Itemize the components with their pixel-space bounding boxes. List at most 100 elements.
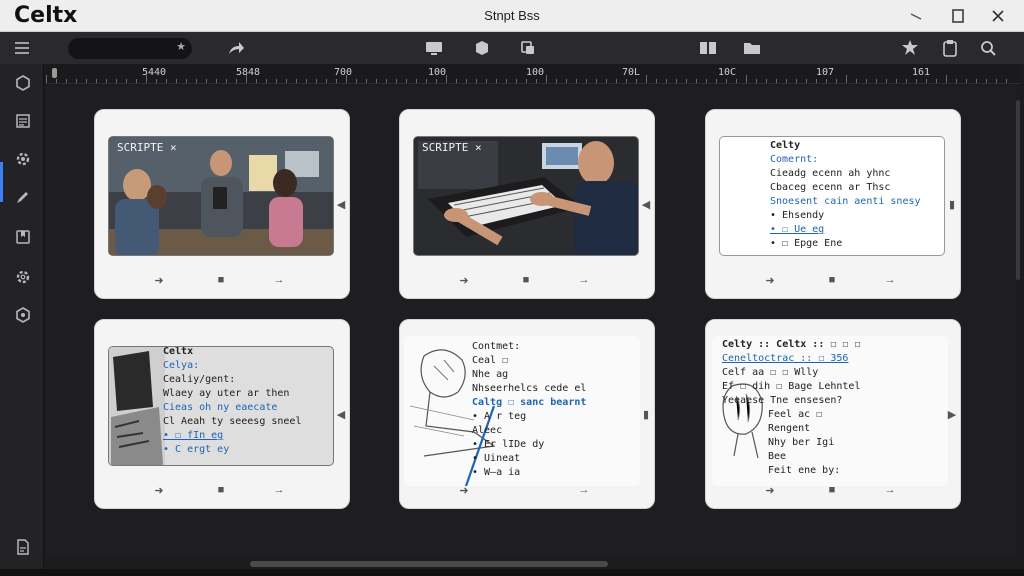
ruler-label: 100 — [428, 67, 447, 78]
camera-icon[interactable]: ■ — [213, 272, 229, 288]
shot-notes: Contmet: Ceal ☐ Nhe ag Nhseerhelcs cede … — [472, 340, 586, 480]
gear-icon[interactable] — [12, 266, 34, 288]
storyboard-card[interactable]: SCRIPTE × ◀ ➜ ■ → — [399, 109, 655, 299]
close-icon[interactable] — [986, 4, 1010, 28]
arrow-right-icon[interactable]: → — [576, 272, 592, 288]
arrow-right-icon[interactable]: → — [271, 482, 287, 498]
note-line: Celya: — [163, 360, 200, 371]
monitor-icon[interactable] — [424, 38, 444, 58]
ruler-tick — [316, 79, 317, 83]
note-line: Comernt: — [770, 154, 819, 165]
card-actions: ➜ ■ → — [706, 482, 962, 498]
ruler-tick — [966, 79, 967, 83]
ruler-tick — [696, 79, 697, 83]
ruler-tick — [226, 79, 227, 83]
arrow-right-icon[interactable]: → — [882, 482, 898, 498]
camera-icon[interactable]: ■ — [824, 272, 840, 288]
storyboard-card[interactable]: SCRIPTE × ◀ ➜ ■ → — [94, 109, 350, 299]
storyboard-card[interactable]: Celtx Celya: Cealiy/gent: Wlaey ay uter … — [94, 319, 350, 509]
ruler-tick — [616, 79, 617, 83]
forward-icon[interactable]: ➜ — [456, 272, 472, 288]
shot-image-classroom: SCRIPTE × — [108, 136, 334, 256]
ruler-marker[interactable] — [52, 68, 57, 78]
ruler-tick — [56, 79, 57, 83]
camera-icon[interactable]: ■ — [518, 272, 534, 288]
timeline-ruler[interactable]: 5440 5848 700 100 100 70L 10C 107 161 — [46, 64, 1020, 84]
ruler-tick — [76, 79, 77, 83]
search-input[interactable]: ★ — [68, 38, 192, 59]
maximize-icon[interactable] — [946, 4, 970, 28]
ruler-tick — [506, 79, 507, 83]
left-sidebar — [0, 64, 44, 576]
card-actions: ➜ ■ → — [400, 272, 656, 288]
note-line: • C ergt ey — [163, 444, 230, 455]
ruler-tick — [656, 79, 657, 83]
badge-star-icon[interactable] — [900, 38, 920, 58]
ruler-label: 5848 — [236, 67, 261, 78]
bookmark-icon[interactable] — [12, 226, 34, 248]
ruler-tick — [416, 79, 417, 83]
clipboard-icon[interactable] — [940, 38, 960, 58]
storyboard-card[interactable]: Contmet: Ceal ☐ Nhe ag Nhseerhelcs cede … — [399, 319, 655, 509]
arrow-right-icon[interactable]: → — [576, 482, 592, 498]
note-line: • Uineat — [472, 453, 521, 464]
settings-icon[interactable] — [12, 148, 34, 170]
drag-handle[interactable]: ◀ — [335, 196, 347, 212]
note-line: • ☐ Ue eg — [770, 224, 825, 235]
script-icon[interactable] — [12, 110, 34, 132]
hexagon-icon[interactable] — [12, 72, 34, 94]
shot-image-keyboard: SCRIPTE × — [413, 136, 639, 256]
ruler-tick — [636, 79, 637, 83]
ruler-tick — [766, 79, 767, 83]
share-arrow-icon[interactable] — [226, 38, 246, 58]
camera-icon[interactable]: ■ — [213, 482, 229, 498]
ruler-tick — [136, 79, 137, 83]
minimize-icon[interactable] — [904, 4, 928, 28]
menu-icon[interactable] — [12, 38, 32, 58]
drag-handle[interactable]: ▮ — [640, 406, 652, 422]
forward-icon[interactable]: ➜ — [151, 272, 167, 288]
note-line: • Ehsendy — [770, 210, 825, 221]
ruler-tick — [726, 79, 727, 83]
drag-handle[interactable]: ◀ — [335, 406, 347, 422]
forward-icon[interactable]: ➜ — [151, 482, 167, 498]
ruler-label: 70L — [622, 67, 641, 78]
ruler-tick — [566, 79, 567, 83]
search-icon[interactable] — [978, 38, 998, 58]
ruler-tick — [306, 79, 307, 83]
shot-notes: Celtx Celya: Cealiy/gent: Wlaey ay uter … — [163, 347, 301, 457]
ruler-tick — [266, 79, 267, 83]
ruler-tick — [736, 79, 737, 83]
box-icon[interactable] — [472, 38, 492, 58]
ruler-tick — [346, 75, 347, 83]
horizontal-scrollbar[interactable] — [250, 561, 608, 567]
camera-icon[interactable]: ■ — [824, 482, 840, 498]
folder-icon[interactable] — [742, 38, 762, 58]
forward-icon[interactable]: ➜ — [762, 482, 778, 498]
vertical-scrollbar[interactable] — [1016, 100, 1020, 280]
note-line: Feit ene by: — [768, 465, 841, 476]
card-actions: ➜ ■ → — [706, 272, 962, 288]
book-icon[interactable] — [698, 38, 718, 58]
note-line: Nhseerhelcs cede el — [472, 383, 587, 394]
storyboard-card[interactable]: Celty :: Celtx :: ☐ ☐ ☐ Ceneltoctrac :: … — [705, 319, 961, 509]
ruler-tick — [546, 75, 547, 83]
pen-icon[interactable] — [12, 186, 34, 208]
ruler-tick — [396, 79, 397, 83]
drag-handle[interactable]: ▮ — [946, 196, 958, 212]
note-line: Cealiy/gent: — [163, 374, 236, 385]
copy-icon[interactable] — [518, 38, 538, 58]
shield-icon[interactable] — [12, 304, 34, 326]
ruler-tick — [876, 79, 877, 83]
arrow-right-icon[interactable]: → — [271, 272, 287, 288]
next-shot-arrow[interactable]: ▶ — [946, 406, 958, 422]
note-line: • ☐ fIn eg — [163, 430, 224, 441]
storyboard-card[interactable]: Celty Comernt: Cieadg ecenn ah yhnc Cbac… — [705, 109, 961, 299]
forward-icon[interactable]: ➜ — [456, 482, 472, 498]
card-actions: ➜ ■ → — [95, 272, 351, 288]
forward-icon[interactable]: ➜ — [762, 272, 778, 288]
shot-notes: Celty :: Celtx :: ☐ ☐ ☐ Ceneltoctrac :: … — [722, 338, 860, 408]
drag-handle[interactable]: ◀ — [640, 196, 652, 212]
document-icon[interactable] — [12, 536, 34, 558]
arrow-right-icon[interactable]: → — [882, 272, 898, 288]
